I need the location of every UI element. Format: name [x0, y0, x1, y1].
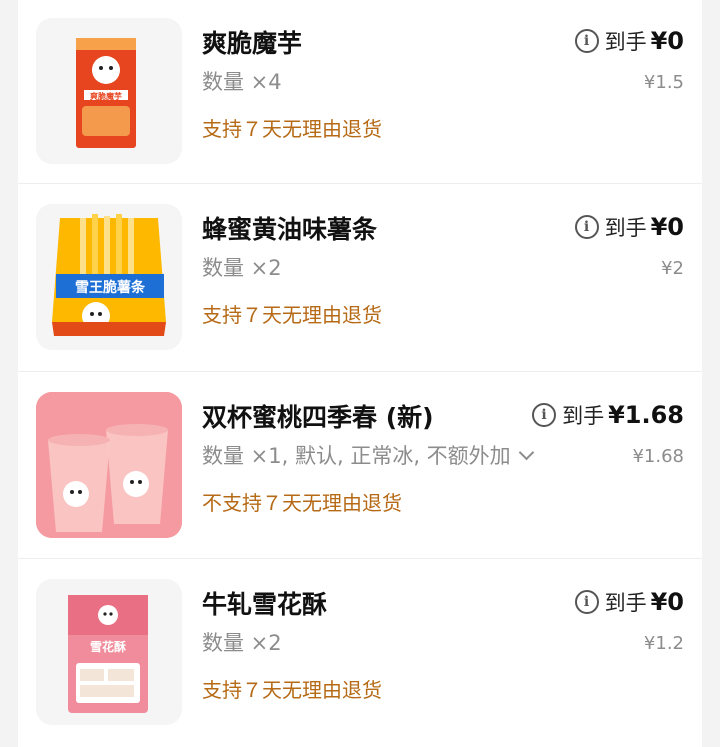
divider	[18, 183, 702, 184]
receive-price: ¥0	[650, 588, 684, 616]
return-policy: 支持７天无理由退货	[202, 117, 382, 141]
order-items-card: 爽脆魔芋 爽脆魔芋 数量 ×4 支持７天无理由退货 i 到手 ¥0 ¥1.5 雪…	[18, 0, 702, 747]
info-icon[interactable]: i	[532, 403, 557, 427]
receive-label: 到手	[604, 30, 647, 54]
receive-price-row[interactable]: i 到手 ¥0	[574, 587, 684, 617]
chevron-down-icon[interactable]	[518, 444, 535, 460]
product-title: 蜂蜜黄油味薯条	[202, 215, 378, 244]
receive-price: ¥0	[650, 27, 684, 55]
divider	[18, 558, 702, 559]
package-label: 雪花酥	[90, 639, 126, 654]
receive-label: 到手	[562, 404, 605, 428]
info-icon[interactable]: i	[574, 29, 599, 53]
original-price: ¥1.68	[632, 446, 684, 467]
receive-price-row[interactable]: i 到手 ¥0	[574, 26, 684, 56]
info-icon[interactable]: i	[574, 590, 599, 614]
receive-price-row[interactable]: i 到手 ¥1.68	[532, 400, 684, 430]
product-quantity: 数量 ×1, 默认, 正常冰, 不额外加	[202, 444, 511, 468]
receive-label: 到手	[604, 591, 647, 615]
product-quantity: 数量 ×4	[202, 70, 282, 94]
product-title: 爽脆魔芋	[202, 29, 303, 58]
product-image: 雪王脆薯条	[36, 204, 182, 350]
list-item[interactable]: 雪王脆薯条 蜂蜜黄油味薯条 数量 ×2 支持７天无理由退货 i 到手 ¥0 ¥2	[18, 186, 702, 372]
original-price: ¥1.2	[643, 633, 684, 654]
product-title: 牛轧雪花酥	[202, 590, 328, 619]
original-price: ¥2	[661, 258, 684, 279]
list-item[interactable]: 爽脆魔芋 爽脆魔芋 数量 ×4 支持７天无理由退货 i 到手 ¥0 ¥1.5	[18, 0, 702, 186]
return-policy: 支持７天无理由退货	[202, 303, 382, 327]
return-policy: 不支持７天无理由退货	[202, 491, 402, 515]
product-image	[36, 392, 182, 538]
divider	[18, 371, 702, 372]
package-label: 爽脆魔芋	[90, 91, 122, 101]
receive-price: ¥0	[650, 213, 684, 241]
return-policy: 支持７天无理由退货	[202, 678, 382, 702]
receive-price: ¥1.68	[608, 401, 684, 429]
receive-label: 到手	[604, 216, 647, 240]
product-quantity: 数量 ×2	[202, 631, 282, 655]
product-options[interactable]: 数量 ×1, 默认, 正常冰, 不额外加	[202, 440, 535, 470]
list-item[interactable]: 双杯蜜桃四季春 (新) 数量 ×1, 默认, 正常冰, 不额外加 不支持７天无理…	[18, 374, 702, 560]
info-icon[interactable]: i	[574, 215, 599, 239]
list-item[interactable]: 雪花酥 牛轧雪花酥 数量 ×2 支持７天无理由退货 i 到手 ¥0 ¥1.2	[18, 561, 702, 747]
original-price: ¥1.5	[643, 72, 684, 93]
package-label: 雪王脆薯条	[75, 279, 146, 296]
receive-price-row[interactable]: i 到手 ¥0	[574, 212, 684, 242]
product-image: 爽脆魔芋	[36, 18, 182, 164]
product-quantity: 数量 ×2	[202, 256, 282, 280]
product-image: 雪花酥	[36, 579, 182, 725]
product-title: 双杯蜜桃四季春 (新)	[202, 403, 434, 432]
